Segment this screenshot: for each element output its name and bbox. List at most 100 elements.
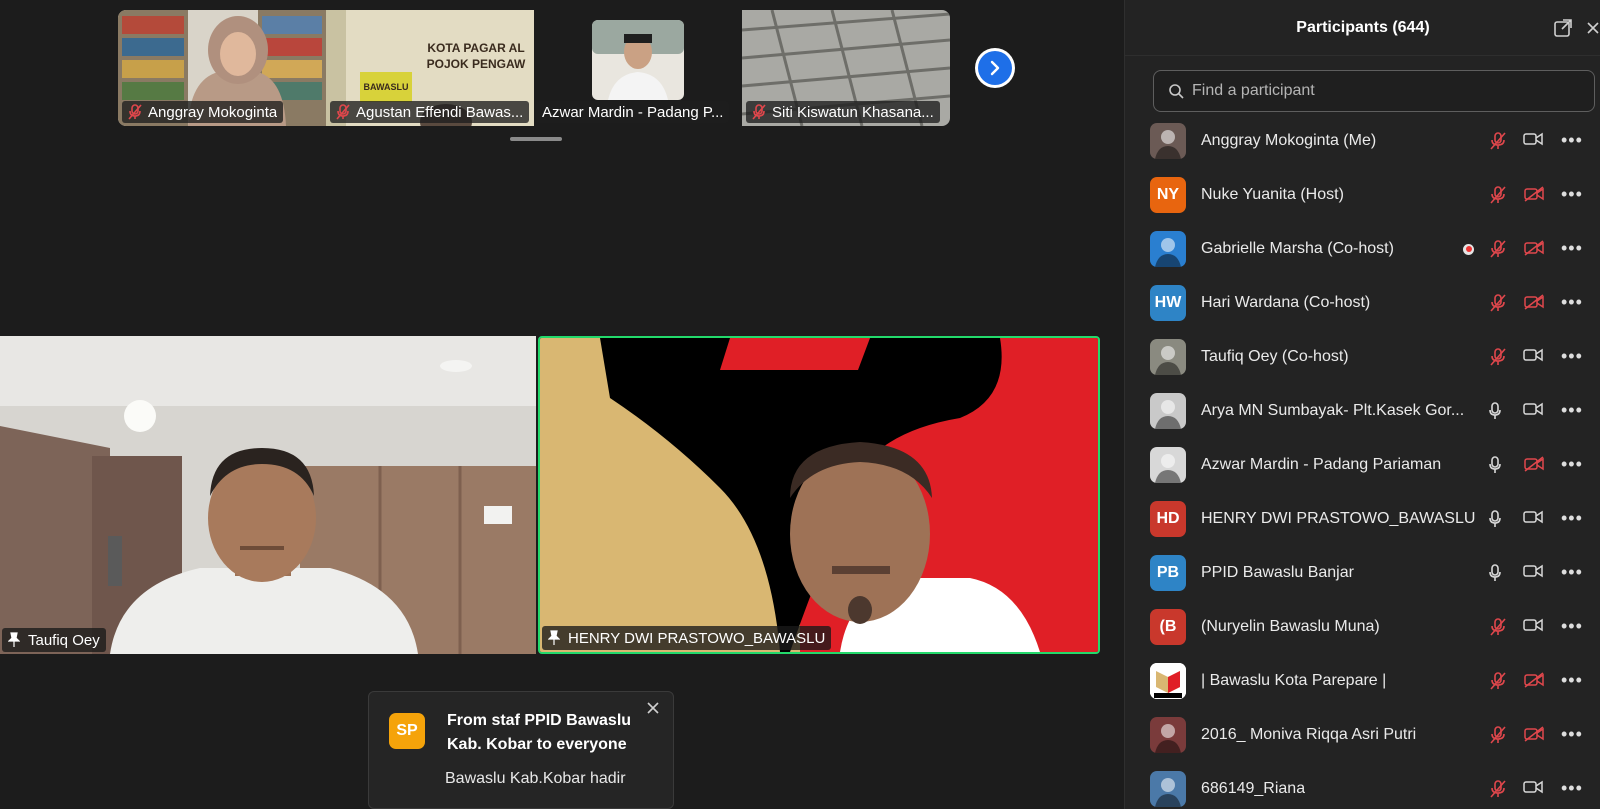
participant-name: 686149_Riana <box>1201 780 1306 797</box>
camera-off-icon[interactable] <box>1523 186 1545 207</box>
video-thumbnail[interactable]: Azwar Mardin - Padang P... <box>534 10 742 126</box>
camera-off-icon[interactable] <box>1523 672 1545 693</box>
chat-sender: From staf PPID Bawaslu Kab. Kobar to eve… <box>447 712 632 753</box>
sign-text: POJOK PENGAW <box>427 57 526 71</box>
popout-icon[interactable] <box>1553 18 1573 38</box>
camera-icon[interactable] <box>1523 348 1543 367</box>
video-thumbnail[interactable]: KOTA PAGAR AL POJOK PENGAW BAWASLU Agust… <box>326 10 534 126</box>
participant-row[interactable]: Arya MN Sumbayak- Plt.Kasek Gor... ••• <box>1125 384 1600 438</box>
search-input[interactable] <box>1192 82 1572 100</box>
camera-icon[interactable] <box>1523 402 1543 421</box>
pin-icon <box>8 632 20 647</box>
more-options-icon[interactable]: ••• <box>1561 131 1583 149</box>
video-feed <box>540 338 1098 652</box>
participant-row[interactable]: 2016_ Moniva Riqqa Asri Putri ••• <box>1125 708 1600 762</box>
mic-icon[interactable] <box>1489 564 1501 587</box>
camera-off-icon[interactable] <box>1523 456 1545 477</box>
participant-row[interactable]: Azwar Mardin - Padang Pariaman ••• <box>1125 438 1600 492</box>
more-options-icon[interactable]: ••• <box>1561 509 1583 527</box>
meeting-stage: Anggray Mokoginta KOTA PAGAR AL POJOK PE… <box>0 0 1124 809</box>
participant-name-label: Anggray Mokoginta <box>122 101 284 123</box>
more-options-icon[interactable]: ••• <box>1561 347 1583 365</box>
video-feed <box>0 336 536 654</box>
avatar: (B <box>1150 609 1186 645</box>
participant-row[interactable]: Taufiq Oey (Co-host) ••• <box>1125 330 1600 384</box>
camera-icon[interactable] <box>1523 564 1543 583</box>
participant-name: HENRY DWI PRASTOWO_BAWASLU <box>1201 510 1476 527</box>
participant-row[interactable]: | Bawaslu Kota Parepare | ••• <box>1125 654 1600 708</box>
chat-notification[interactable]: SP From staf PPID Bawaslu Kab. Kobar to … <box>368 691 674 809</box>
mic-muted-icon <box>128 104 142 120</box>
mic-muted-icon[interactable] <box>1489 780 1507 803</box>
mic-muted-icon <box>752 104 766 120</box>
video-thumbnail[interactable]: Anggray Mokoginta <box>118 10 326 126</box>
mic-icon[interactable] <box>1489 456 1501 479</box>
participant-row[interactable]: PB PPID Bawaslu Banjar ••• <box>1125 546 1600 600</box>
mic-muted-icon[interactable] <box>1489 348 1507 371</box>
camera-off-icon[interactable] <box>1523 294 1545 315</box>
participant-search[interactable] <box>1153 70 1595 112</box>
close-icon[interactable] <box>1585 18 1600 38</box>
more-options-icon[interactable]: ••• <box>1561 779 1583 797</box>
participant-row[interactable]: Gabrielle Marsha (Co-host) ••• <box>1125 222 1600 276</box>
resize-handle[interactable] <box>510 137 562 141</box>
mic-icon[interactable] <box>1489 402 1501 425</box>
participant-name: Arya MN Sumbayak- Plt.Kasek Gor... <box>1201 402 1465 419</box>
mic-muted-icon[interactable] <box>1489 186 1507 209</box>
more-options-icon[interactable]: ••• <box>1561 563 1583 581</box>
avatar <box>1150 231 1186 267</box>
participant-row[interactable]: (B (Nuryelin Bawaslu Muna) ••• <box>1125 600 1600 654</box>
participant-name: Taufiq Oey (Co-host) <box>1201 348 1349 365</box>
next-page-button[interactable] <box>975 48 1015 88</box>
mic-muted-icon <box>336 104 350 120</box>
camera-off-icon[interactable] <box>1523 726 1545 747</box>
participant-name: Gabrielle Marsha (Co-host) <box>1201 240 1394 257</box>
pin-icon <box>548 630 560 645</box>
camera-icon[interactable] <box>1523 618 1543 637</box>
more-options-icon[interactable]: ••• <box>1561 455 1583 473</box>
participant-name-label: HENRY DWI PRASTOWO_BAWASLU <box>542 626 832 650</box>
more-options-icon[interactable]: ••• <box>1561 617 1583 635</box>
participant-name: (Nuryelin Bawaslu Muna) <box>1201 618 1380 635</box>
more-options-icon[interactable]: ••• <box>1561 185 1583 203</box>
mic-muted-icon[interactable] <box>1489 618 1507 641</box>
avatar: PB <box>1150 555 1186 591</box>
mic-muted-icon[interactable] <box>1489 672 1507 695</box>
mic-icon[interactable] <box>1489 510 1501 533</box>
mic-muted-icon[interactable] <box>1489 240 1507 263</box>
participant-row[interactable]: Anggray Mokoginta (Me) ••• <box>1125 114 1600 168</box>
participant-row[interactable]: HW Hari Wardana (Co-host) ••• <box>1125 276 1600 330</box>
chevron-right-icon <box>978 51 1012 85</box>
sender-avatar: SP <box>389 713 425 749</box>
more-options-icon[interactable]: ••• <box>1561 725 1583 743</box>
participant-name: 2016_ Moniva Riqqa Asri Putri <box>1201 726 1417 743</box>
participant-name-label: Azwar Mardin - Padang P... <box>536 101 730 123</box>
mic-muted-icon[interactable] <box>1489 294 1507 317</box>
participant-row[interactable]: 686149_Riana ••• <box>1125 762 1600 809</box>
more-options-icon[interactable]: ••• <box>1561 401 1583 419</box>
recording-icon <box>1463 243 1474 255</box>
participant-name: Azwar Mardin - Padang Pariaman <box>1201 456 1442 473</box>
video-tile-henry-active-speaker[interactable]: HENRY DWI PRASTOWO_BAWASLU <box>538 336 1100 654</box>
avatar: HW <box>1150 285 1186 321</box>
avatar <box>1150 717 1186 753</box>
participant-row[interactable]: HD HENRY DWI PRASTOWO_BAWASLU ••• <box>1125 492 1600 546</box>
camera-icon[interactable] <box>1523 132 1543 151</box>
participant-row[interactable]: NY Nuke Yuanita (Host) ••• <box>1125 168 1600 222</box>
participant-name: Hari Wardana (Co-host) <box>1201 294 1371 311</box>
camera-icon[interactable] <box>1523 510 1543 529</box>
sign-text: BAWASLU <box>364 82 409 92</box>
video-thumbnail[interactable]: Siti Kiswatun Khasana... <box>742 10 950 126</box>
camera-icon[interactable] <box>1523 780 1543 799</box>
more-options-icon[interactable]: ••• <box>1561 671 1583 689</box>
mic-muted-icon[interactable] <box>1489 726 1507 749</box>
participant-name: Nuke Yuanita (Host) <box>1201 186 1344 203</box>
mic-muted-icon[interactable] <box>1489 132 1507 155</box>
more-options-icon[interactable]: ••• <box>1561 239 1583 257</box>
camera-off-icon[interactable] <box>1523 240 1545 261</box>
more-options-icon[interactable]: ••• <box>1561 293 1583 311</box>
close-icon[interactable] <box>645 700 661 716</box>
video-tile-taufiq[interactable]: Taufiq Oey <box>0 336 536 654</box>
participants-panel: Participants (644) Anggray Mokoginta (Me… <box>1124 0 1600 809</box>
search-icon <box>1169 84 1184 99</box>
